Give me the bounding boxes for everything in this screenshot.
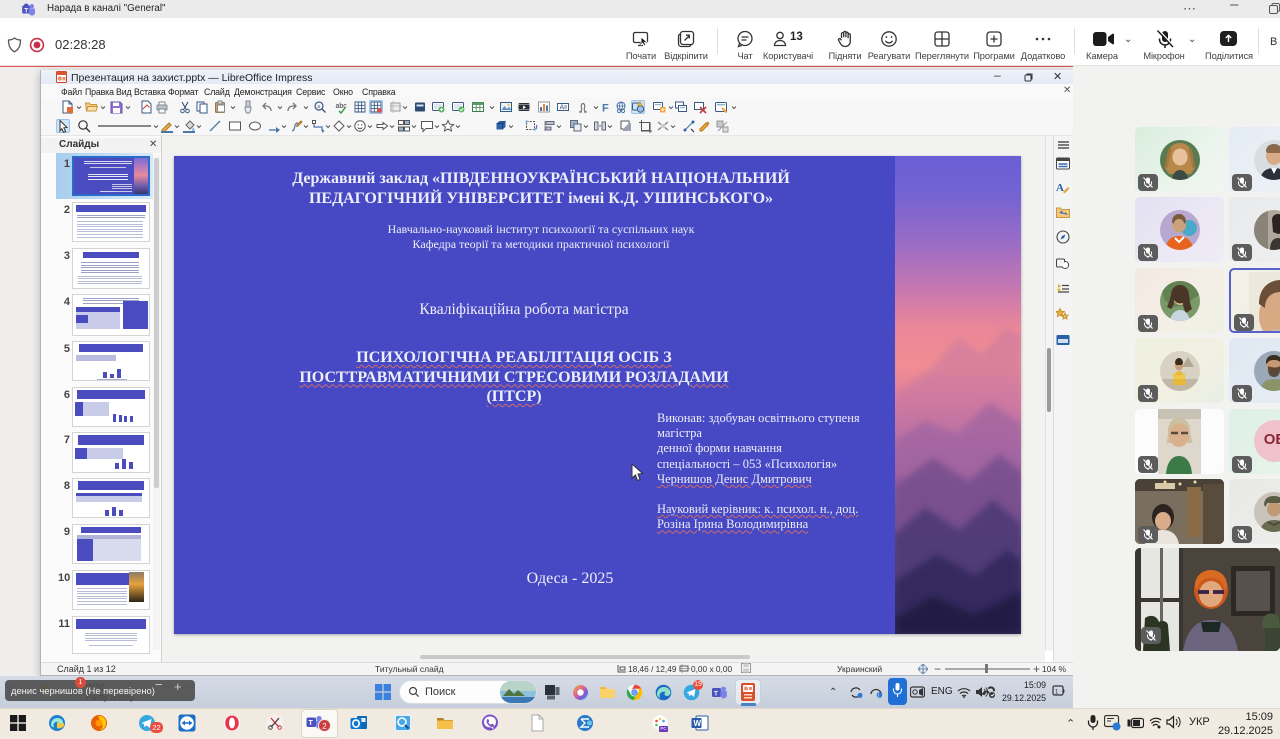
svg-text:W: W [694, 719, 702, 728]
svg-text:abc: abc [336, 103, 348, 110]
svg-text:a: a [317, 104, 320, 110]
svg-text:A: A [1056, 182, 1064, 194]
svg-text:T: T [24, 7, 28, 14]
svg-text:T: T [309, 720, 314, 727]
svg-text:A: A [560, 105, 565, 112]
svg-text:T: T [714, 691, 718, 698]
svg-text:i: i [878, 693, 879, 699]
svg-text:F: F [602, 103, 609, 115]
